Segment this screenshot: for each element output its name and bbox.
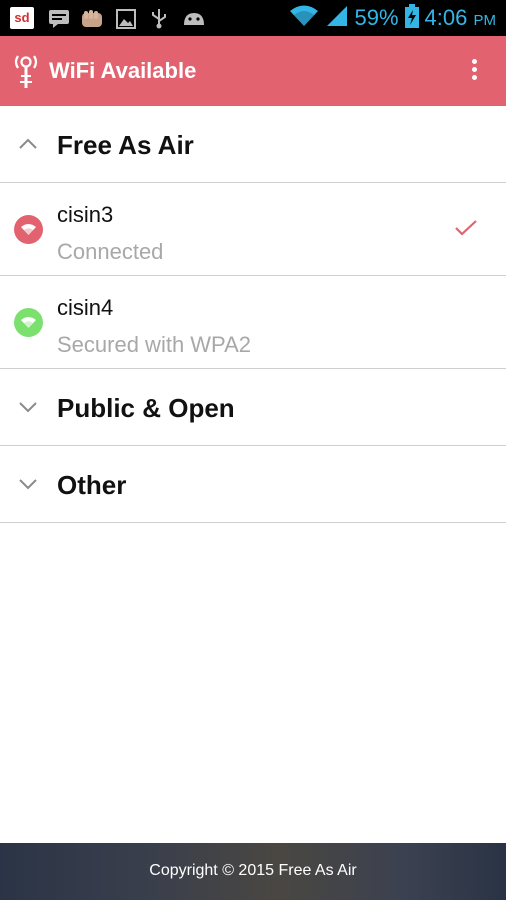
battery-charging-icon [404, 3, 419, 33]
network-name: cisin3 [57, 202, 114, 227]
clock: 4:06 PM [425, 5, 496, 31]
group-label: Free As Air [57, 130, 194, 160]
fist-app-icon [80, 9, 104, 34]
group-header-other[interactable]: Other [0, 446, 506, 523]
usb-icon [150, 7, 168, 34]
chevron-up-icon [19, 138, 37, 149]
clock-time: 4:06 [424, 5, 468, 30]
tower-antenna-icon [12, 52, 40, 90]
status-bar: sd 59% 4:06 PM [0, 0, 506, 36]
sd-app-icon: sd [10, 7, 34, 29]
chat-icon [48, 9, 70, 34]
group-label: Public & Open [57, 393, 235, 423]
wifi-icon [14, 215, 43, 244]
chevron-down-icon [19, 402, 37, 413]
android-icon [182, 9, 206, 32]
group-label: Other [57, 470, 127, 500]
overflow-menu-icon[interactable] [468, 56, 480, 86]
clock-ampm: PM [473, 12, 497, 29]
checkmark-icon [455, 220, 477, 236]
cell-signal-icon [325, 5, 349, 32]
group-header-public-open[interactable]: Public & Open [0, 369, 506, 446]
wifi-icon [14, 308, 43, 337]
network-item-cisin4[interactable]: cisin4 Secured with WPA2 [0, 276, 506, 369]
network-item-cisin3[interactable]: cisin3 Connected [0, 183, 506, 276]
chevron-down-icon [19, 479, 37, 490]
app-title: WiFi Available [49, 58, 197, 83]
image-icon [116, 9, 136, 34]
network-name: cisin4 [57, 295, 114, 320]
group-header-free-as-air[interactable]: Free As Air [0, 106, 506, 183]
wifi-signal-icon [289, 4, 319, 33]
app-bar: WiFi Available [0, 36, 506, 106]
footer: Copyright © 2015 Free As Air [0, 843, 506, 900]
network-status: Secured with WPA2 [57, 332, 252, 357]
network-status: Connected [57, 239, 164, 264]
battery-percent: 59% [354, 5, 399, 30]
copyright-text: Copyright © 2015 Free As Air [149, 862, 357, 879]
